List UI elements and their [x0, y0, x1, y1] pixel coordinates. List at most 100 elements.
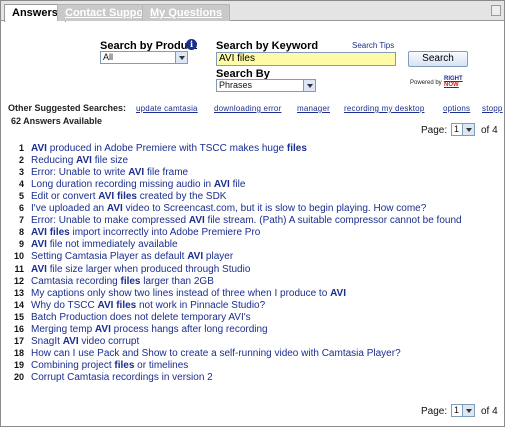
result-number: 18	[13, 347, 24, 358]
result-link[interactable]: I've uploaded an AVI video to Screencast…	[31, 203, 426, 214]
result-keyword: AVI	[31, 143, 47, 154]
result-link[interactable]: AVI files import incorrectly into Adobe …	[31, 227, 260, 238]
result-link[interactable]: Why do TSCC AVI files not work in Pinnac…	[31, 300, 265, 311]
tab-contact-support-label[interactable]: Contact Support	[65, 7, 151, 19]
result-keyword: AVI	[106, 203, 123, 215]
result-text: process hangs after long recording	[110, 323, 268, 335]
result-link[interactable]: Corrupt Camtasia recordings in version 2	[31, 372, 213, 383]
result-number: 7	[18, 215, 24, 226]
result-number: 19	[13, 359, 24, 370]
tab-bar: Answers Contact Support My Questions	[1, 1, 504, 22]
result-text: Batch Production does not delete tempora…	[31, 311, 251, 323]
search-by-select[interactable]: Phrases	[216, 79, 316, 92]
result-keyword: AVI	[330, 287, 346, 299]
result-keyword: AVI	[213, 179, 230, 191]
result-link[interactable]: Setting Camtasia Player as default AVI p…	[31, 251, 233, 262]
result-text: Corrupt Camtasia recordings in version 2	[31, 371, 213, 383]
result-keyword: AVI	[94, 323, 111, 335]
result-text: I've uploaded an	[31, 203, 107, 215]
result-number: 9	[18, 239, 24, 250]
result-keyword: AVI	[188, 215, 205, 227]
suggested-search-link[interactable]: stopp	[482, 104, 503, 113]
result-text: file stream. (Path) A suitable compresso…	[204, 215, 462, 227]
result-text: SnagIt	[31, 335, 63, 347]
result-text: file size	[91, 155, 129, 167]
chevron-down-icon[interactable]	[303, 80, 315, 91]
result-number: 3	[18, 167, 24, 178]
page-select-bottom[interactable]: 1	[451, 404, 475, 417]
result-link[interactable]: Combining project files or timelines	[31, 360, 188, 371]
answers-count: 62 Answers Available	[11, 116, 103, 126]
page-select-top-value: 1	[454, 124, 460, 134]
result-text: Why do TSCC	[31, 299, 98, 311]
result-text: Camtasia recording	[31, 275, 121, 287]
result-keyword: AVI	[76, 155, 92, 167]
result-text: My captions only show two lines instead …	[31, 287, 331, 299]
result-link[interactable]: AVI produced in Adobe Premiere with TSCC…	[31, 143, 307, 154]
result-link[interactable]: Batch Production does not delete tempora…	[31, 312, 251, 323]
rightnow-logo-bottom: NOW	[444, 82, 459, 88]
result-number: 15	[13, 311, 24, 322]
result-keyword: files	[120, 275, 141, 287]
result-link[interactable]: AVI file not immediately available	[31, 239, 178, 250]
suggested-search-link[interactable]: manager	[297, 104, 330, 113]
result-text: video corrupt	[78, 335, 140, 347]
result-text: video to Screencast.com, but it is slow …	[122, 203, 427, 215]
search-tips-link[interactable]: Search Tips	[352, 41, 394, 50]
result-text: or timelines	[134, 359, 189, 371]
result-keyword: AVI	[31, 239, 47, 251]
result-number: 5	[18, 191, 24, 202]
result-link[interactable]: My captions only show two lines instead …	[31, 288, 346, 299]
result-number: 11	[14, 263, 24, 274]
result-link[interactable]: Reducing AVI file size	[31, 155, 128, 166]
search-by-select-value: Phrases	[219, 80, 253, 90]
result-link[interactable]: Camtasia recording files larger than 2GB	[31, 276, 214, 287]
pager-total-bottom: of 4	[481, 406, 498, 417]
result-keyword: AVI	[31, 263, 47, 275]
result-keyword: AVI	[128, 167, 145, 179]
result-number: 20	[13, 371, 24, 382]
pager-total-top: of 4	[481, 125, 498, 136]
result-number: 17	[13, 335, 24, 346]
result-text: file	[229, 179, 246, 191]
powered-by-text: Powered by	[410, 80, 442, 86]
suggested-search-link[interactable]: recording my desktop	[344, 104, 424, 113]
result-number: 16	[13, 323, 24, 334]
suggested-searches-label: Other Suggested Searches:	[8, 103, 127, 113]
search-button[interactable]: Search	[408, 51, 468, 67]
chevron-down-icon[interactable]	[462, 124, 474, 135]
result-text: Long duration recording missing audio in	[31, 179, 214, 191]
page-select-top[interactable]: 1	[451, 123, 475, 136]
suggested-search-link[interactable]: options	[443, 104, 470, 113]
result-link[interactable]: Error: Unable to write AVI file frame	[31, 167, 188, 178]
result-text: Error: Unable to write	[31, 167, 129, 179]
result-link[interactable]: Edit or convert AVI files created by the…	[31, 191, 226, 202]
result-link[interactable]: How can I use Pack and Show to create a …	[31, 348, 401, 359]
pager-label-bottom: Page:	[421, 406, 448, 417]
result-number: 2	[18, 155, 24, 166]
result-text: Edit or convert	[31, 191, 99, 203]
window-corner-button[interactable]	[491, 5, 501, 16]
info-icon[interactable]: i	[186, 39, 197, 50]
result-link[interactable]: Merging temp AVI process hangs after lon…	[31, 324, 268, 335]
tab-my-questions[interactable]: My Questions	[142, 4, 231, 21]
result-text: file not immediately available	[46, 239, 178, 251]
keyword-label: Search by Keyword	[216, 40, 319, 52]
tab-my-questions-label[interactable]: My Questions	[150, 7, 222, 19]
result-link[interactable]: Long duration recording missing audio in…	[31, 179, 245, 190]
chevron-down-icon[interactable]	[175, 52, 187, 63]
result-text: Setting Camtasia Player as default	[31, 251, 188, 263]
result-link[interactable]: Error: Unable to make compressed AVI fil…	[31, 215, 462, 226]
chevron-down-icon[interactable]	[462, 405, 474, 416]
result-link[interactable]: SnagIt AVI video corrupt	[31, 336, 139, 347]
result-keyword: AVI files	[31, 227, 70, 239]
result-text: How can I use Pack and Show to create a …	[31, 347, 401, 359]
suggested-search-link[interactable]: downloading error	[214, 104, 281, 113]
result-text: file size larger when produced through S…	[46, 263, 251, 275]
suggested-search-link[interactable]: update camtasia	[136, 104, 198, 113]
result-link[interactable]: AVI file size larger when produced throu…	[31, 264, 250, 275]
rightnow-logo[interactable]: RIGHT NOW	[444, 76, 463, 88]
product-select[interactable]: All	[100, 51, 188, 64]
keyword-input[interactable]: AVI files	[216, 52, 396, 66]
result-text: Merging temp	[31, 323, 95, 335]
